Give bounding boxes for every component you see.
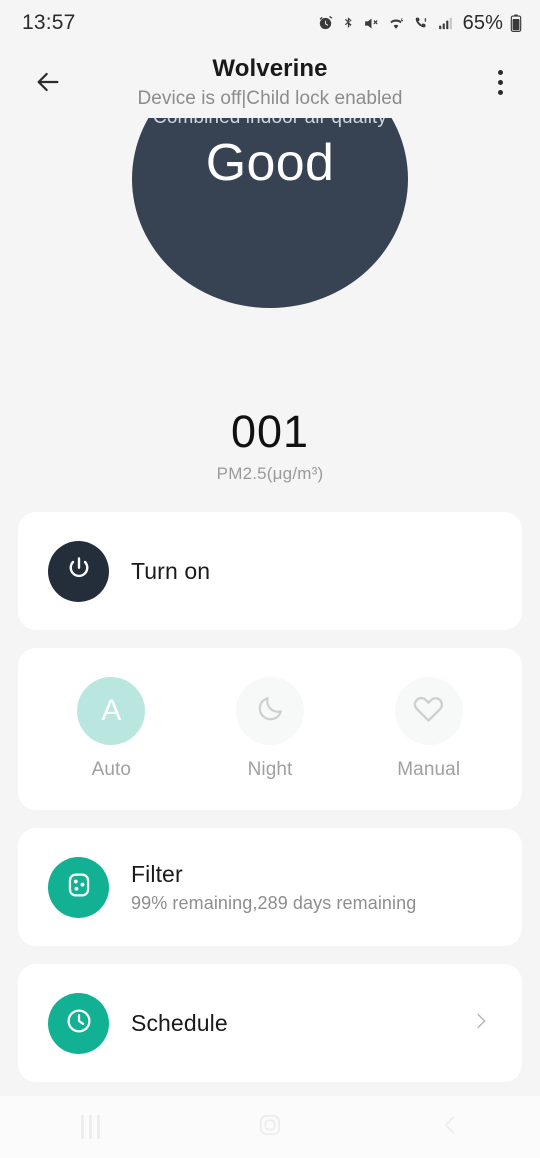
moon-icon (255, 693, 286, 729)
back-button[interactable] (26, 62, 70, 106)
status-icons: 65% (317, 12, 522, 35)
power-card-text: Turn on (131, 556, 210, 586)
power-card-row: Turn on (18, 512, 522, 630)
status-time: 13:57 (22, 11, 76, 34)
chevron-right-icon (470, 1010, 492, 1037)
scroll-content[interactable]: Combined indoor air quality Good 001 PM2… (0, 118, 540, 1096)
schedule-card[interactable]: Schedule (18, 964, 522, 1082)
power-icon (64, 554, 94, 589)
power-card[interactable]: Turn on (18, 512, 522, 630)
schedule-title: Schedule (131, 1010, 228, 1036)
status-bar: 13:57 65% (0, 0, 540, 46)
page-title: Wolverine (212, 55, 328, 82)
mode-night-circle (236, 677, 304, 745)
system-nav-bar (0, 1096, 540, 1158)
schedule-card-row: Schedule (18, 964, 522, 1082)
pm25-value: 001 (230, 406, 310, 457)
pm25-reading: 001 PM2.5(μg/m³) (0, 406, 540, 484)
filter-card-text: Filter 99% remaining,289 days remaining (131, 859, 416, 916)
power-label: Turn on (131, 558, 211, 584)
header-title-block: Wolverine Device is off|Child lock enabl… (90, 54, 450, 111)
app-header: Wolverine Device is off|Child lock enabl… (0, 46, 540, 118)
letter-a-icon: A (101, 694, 122, 727)
mode-manual-circle (394, 677, 463, 745)
more-vertical-icon (497, 69, 503, 75)
arrow-left-icon (32, 66, 64, 103)
mode-auto-label: Auto (91, 759, 132, 780)
power-button[interactable] (48, 540, 109, 602)
filter-cartridge-icon (63, 869, 95, 906)
filter-title: Filter (131, 860, 183, 887)
alarm-icon (317, 15, 334, 32)
mode-auto-circle: A (77, 677, 146, 745)
filter-card-row: Filter 99% remaining,289 days remaining (18, 828, 522, 946)
air-quality-indicator: Combined indoor air quality Good (132, 118, 408, 308)
battery-icon (510, 14, 522, 32)
clock-icon (63, 1005, 95, 1042)
signal-icon (437, 15, 454, 32)
more-vertical-icon-dot3 (497, 89, 503, 95)
overflow-menu-button[interactable] (478, 60, 522, 104)
nav-back-icon (437, 1112, 463, 1143)
filter-icon-circle (48, 856, 109, 918)
volte-call-icon (412, 15, 430, 32)
schedule-icon-circle (48, 992, 109, 1054)
mode-manual-label: Manual (397, 759, 461, 780)
filter-card[interactable]: Filter 99% remaining,289 days remaining (18, 828, 522, 946)
mode-button-manual[interactable]: Manual (349, 677, 508, 781)
mute-icon (363, 15, 380, 32)
device-status-subtitle: Device is off|Child lock enabled (137, 88, 403, 109)
more-vertical-icon-dot2 (497, 79, 503, 85)
mode-button-night[interactable]: Night (191, 677, 350, 781)
battery-percent: 65% (462, 11, 503, 34)
recents-icon (80, 1115, 100, 1139)
bluetooth-icon (341, 15, 356, 32)
air-quality-circle: Combined indoor air quality Good (132, 118, 408, 308)
wifi-icon (387, 15, 405, 32)
modes-card: A Auto Night Manual (18, 648, 522, 810)
pm25-label: PM2.5(μg/m³) (216, 464, 324, 483)
air-quality-value: Good (205, 134, 335, 192)
heart-icon (412, 692, 445, 730)
nav-back-button[interactable] (360, 1096, 540, 1158)
filter-status: 99% remaining,289 days remaining (131, 892, 417, 913)
nav-home-button[interactable] (180, 1096, 360, 1158)
modes-row: A Auto Night Manual (18, 648, 522, 810)
mode-button-auto[interactable]: A Auto (32, 677, 191, 781)
air-quality-caption: Combined indoor air quality (153, 118, 387, 129)
app-root: 13:57 65% Wolverine Device is off|Child … (0, 0, 540, 1158)
nav-recents-button[interactable] (0, 1096, 180, 1158)
home-icon (257, 1112, 283, 1143)
mode-night-label: Night (247, 759, 293, 780)
schedule-card-text: Schedule (131, 1008, 228, 1038)
